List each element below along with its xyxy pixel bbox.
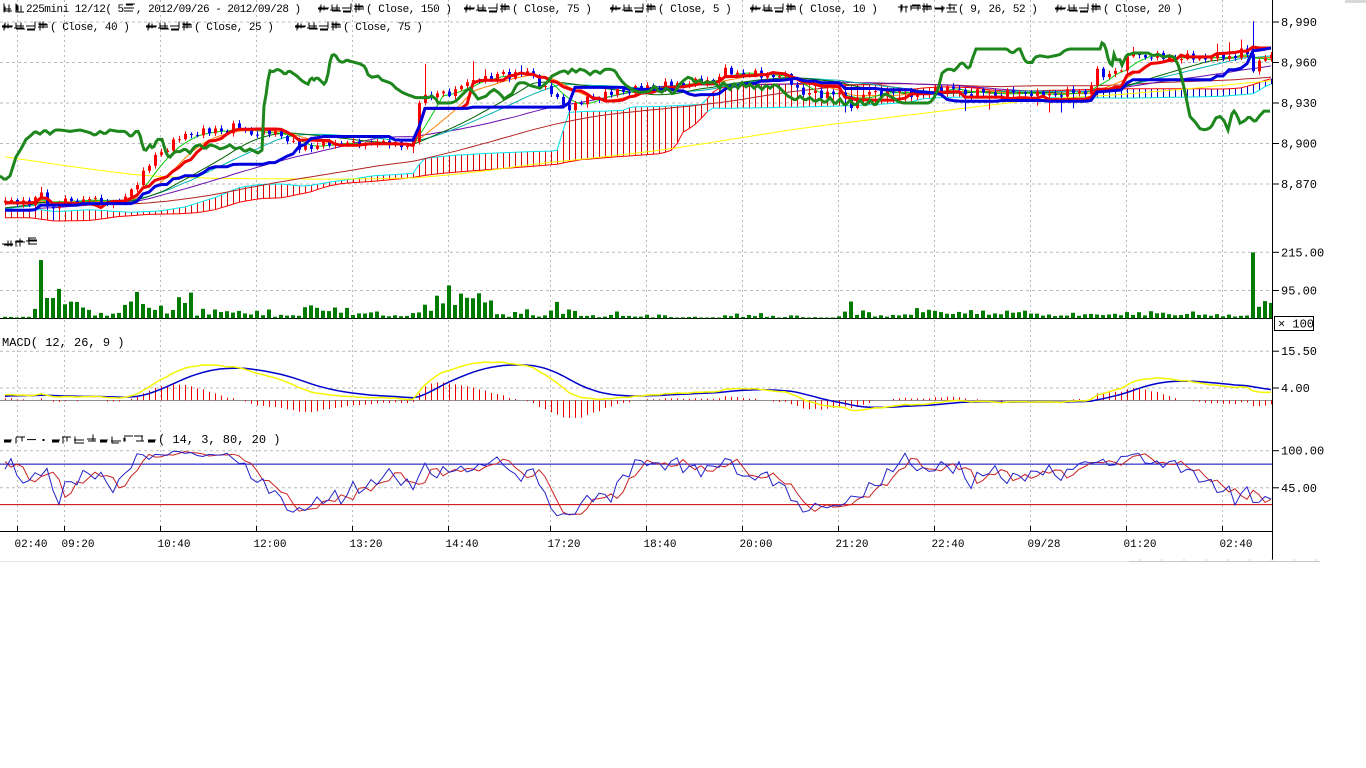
svg-text:20:00: 20:00 xyxy=(739,539,772,551)
svg-text:215.00: 215.00 xyxy=(1281,246,1324,260)
svg-text:( 9, 26, 52 ): ( 9, 26, 52 ) xyxy=(958,4,1037,16)
svg-text:, 2012/09/26 - 2012/09/28 ): , 2012/09/26 - 2012/09/28 ) xyxy=(136,4,301,16)
svg-text:15.50: 15.50 xyxy=(1281,345,1317,359)
svg-text:8,990: 8,990 xyxy=(1281,16,1317,30)
svg-text:( 14, 3, 80, 20 ): ( 14, 3, 80, 20 ) xyxy=(158,433,280,447)
svg-text:MACD( 12, 26, 9 ): MACD( 12, 26, 9 ) xyxy=(2,336,124,350)
svg-text:( Close, 75 ): ( Close, 75 ) xyxy=(512,4,591,16)
svg-text:( Close, 10 ): ( Close, 10 ) xyxy=(798,4,877,16)
svg-text:( Close, 150 ): ( Close, 150 ) xyxy=(366,4,451,16)
svg-text:14:40: 14:40 xyxy=(445,539,478,551)
svg-text:( Close, 40 ): ( Close, 40 ) xyxy=(50,22,129,34)
svg-text:17:20: 17:20 xyxy=(547,539,580,551)
svg-text:100.00: 100.00 xyxy=(1281,445,1324,459)
svg-text:( Close, 20 ): ( Close, 20 ) xyxy=(1103,4,1182,16)
svg-text:09:20: 09:20 xyxy=(61,539,94,551)
svg-text:( Close, 75 ): ( Close, 75 ) xyxy=(343,22,422,34)
svg-text:× 100: × 100 xyxy=(1278,318,1314,332)
svg-text:8,930: 8,930 xyxy=(1281,97,1317,111)
svg-text:09/28: 09/28 xyxy=(1027,539,1060,551)
svg-text:8,900: 8,900 xyxy=(1281,138,1317,152)
svg-text:45.00: 45.00 xyxy=(1281,482,1317,496)
svg-text:4.00: 4.00 xyxy=(1281,382,1310,396)
svg-text:( Close, 5 ): ( Close, 5 ) xyxy=(658,4,731,16)
svg-text:01:20: 01:20 xyxy=(1123,539,1156,551)
svg-text:02:40: 02:40 xyxy=(14,539,47,551)
svg-text:18:40: 18:40 xyxy=(643,539,676,551)
svg-text:21:20: 21:20 xyxy=(835,539,868,551)
svg-text:225mini 12/12( 5: 225mini 12/12( 5 xyxy=(26,4,124,16)
svg-text:95.00: 95.00 xyxy=(1281,285,1317,299)
svg-text:8,870: 8,870 xyxy=(1281,178,1317,192)
svg-text:8,960: 8,960 xyxy=(1281,57,1317,71)
svg-text:10:40: 10:40 xyxy=(157,539,190,551)
svg-text:( Close, 25 ): ( Close, 25 ) xyxy=(194,22,273,34)
svg-text:12:00: 12:00 xyxy=(253,539,286,551)
svg-text:02:40: 02:40 xyxy=(1219,539,1252,551)
svg-text:13:20: 13:20 xyxy=(349,539,382,551)
svg-text:22:40: 22:40 xyxy=(931,539,964,551)
